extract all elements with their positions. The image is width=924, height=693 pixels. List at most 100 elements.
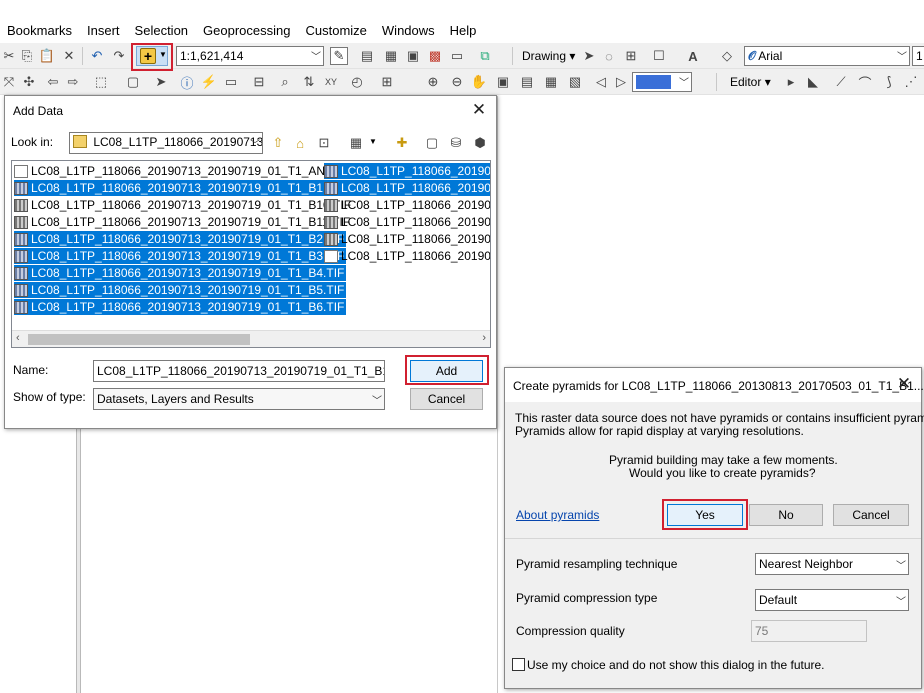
edit-annotation-icon[interactable]: ◣ [804, 73, 822, 91]
trace-icon[interactable]: ⟆ [880, 73, 898, 91]
compression-combo[interactable]: Default ﹀ [755, 589, 909, 611]
full-extent-icon[interactable]: ⤧ [0, 73, 18, 91]
menu-geoprocessing[interactable]: Geoprocessing [203, 23, 290, 38]
select-features-icon[interactable]: ⬚ [92, 73, 110, 91]
clear-selection-icon[interactable]: ▢ [124, 73, 142, 91]
table-of-contents-icon[interactable]: ▤ [358, 47, 376, 65]
horizontal-scrollbar[interactable]: ‹ › [12, 330, 490, 347]
menu-help[interactable]: Help [450, 23, 477, 38]
file-list-item[interactable]: LC08_L1TP_118066_20190713_20190719_01_T1… [14, 163, 352, 179]
editor-menu[interactable]: Editor ▾ [730, 75, 771, 89]
file-list-item[interactable]: LC08_L1TP_118066_20190713_20190719_01_T1… [14, 299, 347, 315]
layout-fixed-zoom-out-icon[interactable]: ▧ [566, 73, 584, 91]
scale-combo[interactable]: 1:1,621,414 ﹀ [176, 46, 324, 66]
undo-icon[interactable]: ↶ [88, 47, 106, 65]
delete-icon[interactable]: ✕ [60, 47, 78, 65]
forward-icon[interactable]: ⇨ [64, 73, 82, 91]
arctoolbox-icon[interactable]: ▩ [426, 47, 444, 65]
file-list-item[interactable]: LC08_L1TP_118066_2019071 [324, 197, 490, 213]
name-field[interactable]: LC08_L1TP_118066_20190713_20190719_01_T1… [93, 360, 385, 382]
file-list-item[interactable]: LC08_L1TP_118066_2019071 [324, 248, 490, 264]
endpoint-arc-icon[interactable]: ⌒ [856, 73, 874, 91]
file-list-item[interactable]: LC08_L1TP_118066_2019071 [324, 180, 490, 196]
look-in-combo[interactable]: LC08_L1TP_118066_20190713_ ﹀ [69, 132, 263, 154]
edit-tool-icon[interactable]: ▸ [782, 73, 800, 91]
toolbox-icon[interactable]: ⬢ [471, 134, 489, 152]
file-list-item[interactable]: LC08_L1TP_118066_20190713_20190719_01_T1… [14, 180, 347, 196]
layout-zoom-out-icon[interactable]: ⊖ [448, 73, 466, 91]
catalog-icon[interactable]: ▦ [382, 47, 400, 65]
layout-back-icon[interactable]: ◁ [592, 73, 610, 91]
font-size-combo[interactable]: 1 [912, 46, 924, 66]
find-route-icon[interactable]: ⇅ [300, 73, 318, 91]
layout-zoom-combo[interactable]: 100% ﹀ [632, 72, 692, 92]
quality-field[interactable]: 75 [751, 620, 867, 642]
menu-customize[interactable]: Customize [305, 23, 366, 38]
scroll-left-icon[interactable]: ‹ [16, 332, 20, 344]
cancel-button[interactable]: Cancel [833, 504, 909, 526]
font-combo[interactable]: 𝒪 Arial ﹀ [744, 46, 910, 66]
text-icon[interactable]: A [684, 47, 702, 65]
about-pyramids-link[interactable]: About pyramids [516, 508, 599, 522]
zoom-to-elements-icon[interactable]: ⊞ [622, 47, 640, 65]
rotate-icon[interactable]: ◌ [600, 47, 618, 65]
zoom-100-icon[interactable]: ▤ [518, 73, 536, 91]
cut-icon[interactable]: ✂ [0, 47, 18, 65]
python-window-icon[interactable]: ▭ [448, 47, 466, 65]
callout-icon[interactable]: ◇ [718, 47, 736, 65]
paste-icon[interactable]: 📋 [38, 47, 56, 65]
editor-toolbar-icon[interactable]: ✎ [330, 47, 348, 65]
scroll-right-icon[interactable]: › [482, 332, 486, 344]
redo-icon[interactable]: ↷ [110, 47, 128, 65]
up-one-level-icon[interactable]: ⇧ [269, 134, 287, 152]
file-list-item[interactable]: LC08_L1TP_118066_20190713_20190719_01_T1… [14, 282, 347, 298]
file-list-item[interactable]: LC08_L1TP_118066_2019071 [324, 214, 490, 230]
close-icon[interactable]: ✕ [893, 373, 915, 395]
find-icon[interactable]: ⌕ [276, 73, 294, 91]
file-list-item[interactable]: LC08_L1TP_118066_2019071 [324, 163, 490, 179]
measure-icon[interactable]: ⊟ [250, 73, 268, 91]
show-of-type-combo[interactable]: Datasets, Layers and Results ﹀ [93, 388, 385, 410]
menu-insert[interactable]: Insert [87, 23, 120, 38]
rectangle-icon[interactable]: ☐ [650, 47, 668, 65]
layout-fixed-zoom-in-icon[interactable]: ▦ [542, 73, 560, 91]
fixed-zoom-icon[interactable]: ✣ [20, 73, 38, 91]
database-icon[interactable]: ⛁ [447, 134, 465, 152]
file-list-item[interactable]: LC08_L1TP_118066_20190713_20190719_01_T1… [14, 214, 352, 230]
search-window-icon[interactable]: ▣ [404, 47, 422, 65]
point-icon[interactable]: ⋰ [902, 73, 920, 91]
home-icon[interactable]: ⌂ [291, 134, 309, 152]
do-not-show-checkbox[interactable] [512, 658, 525, 671]
identify-icon[interactable]: ⓘ [178, 73, 196, 91]
file-list[interactable]: LC08_L1TP_118066_20190713_20190719_01_T1… [11, 160, 491, 348]
time-slider-icon[interactable]: ◴ [348, 73, 366, 91]
menu-selection[interactable]: Selection [135, 23, 188, 38]
menu-windows[interactable]: Windows [382, 23, 435, 38]
layout-zoom-in-icon[interactable]: ⊕ [424, 73, 442, 91]
layout-pan-icon[interactable]: ✋ [470, 73, 488, 91]
zoom-whole-page-icon[interactable]: ▣ [494, 73, 512, 91]
file-list-item[interactable]: LC08_L1TP_118066_20190713_20190719_01_T1… [14, 248, 347, 264]
chevron-down-icon[interactable]: ▼ [369, 137, 377, 146]
select-arrow-icon[interactable]: ➤ [152, 73, 170, 91]
file-list-item[interactable]: LC08_L1TP_118066_20190713_20190719_01_T1… [14, 197, 353, 213]
html-popup-icon[interactable]: ▭ [222, 73, 240, 91]
catalog-folder-icon[interactable]: ▢ [423, 134, 441, 152]
file-list-item[interactable]: LC08_L1TP_118066_2019071 [324, 231, 490, 247]
menu-bookmarks[interactable]: Bookmarks [7, 23, 72, 38]
file-list-item[interactable]: LC08_L1TP_118066_20190713_20190719_01_T1… [14, 265, 347, 281]
view-list-icon[interactable]: ▦ [347, 134, 365, 152]
layout-forward-icon[interactable]: ▷ [612, 73, 630, 91]
straight-segment-icon[interactable]: ⟋ [832, 73, 850, 91]
connect-folder-icon[interactable]: ⊡ [315, 134, 333, 152]
back-icon[interactable]: ⇦ [44, 73, 62, 91]
drawing-menu[interactable]: Drawing ▾ [522, 49, 575, 63]
close-icon[interactable]: ✕ [468, 99, 490, 121]
go-to-xy-icon[interactable]: XY [322, 73, 340, 91]
no-button[interactable]: No [749, 504, 823, 526]
scrollbar-thumb[interactable] [28, 334, 250, 345]
viewer-icon[interactable]: ⊞ [378, 73, 396, 91]
hyperlink-icon[interactable]: ⚡ [200, 73, 218, 91]
select-elements-icon[interactable]: ➤ [580, 47, 598, 65]
resampling-combo[interactable]: Nearest Neighbor ﹀ [755, 553, 909, 575]
